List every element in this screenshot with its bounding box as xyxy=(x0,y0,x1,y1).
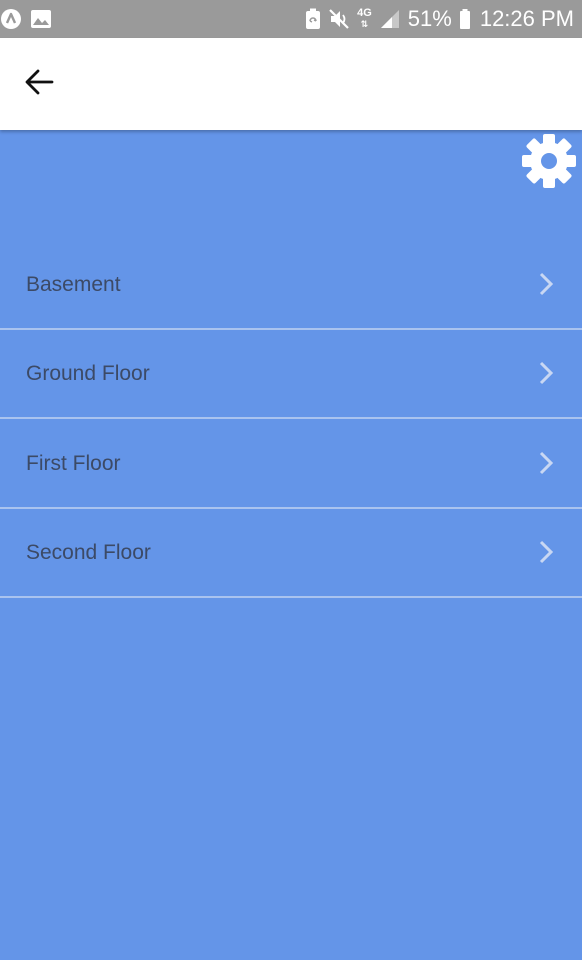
status-bar-right: 4G ⇅ 51% 12:26 PM xyxy=(305,6,574,32)
chevron-right-icon xyxy=(536,271,556,297)
floor-item-basement[interactable]: Basement xyxy=(0,240,582,330)
floor-item-ground-floor[interactable]: Ground Floor xyxy=(0,330,582,419)
mute-icon xyxy=(328,8,350,30)
settings-button[interactable] xyxy=(518,132,580,194)
arrow-back-icon xyxy=(24,69,54,100)
battery-icon xyxy=(459,8,471,30)
floor-item-label: First Floor xyxy=(26,451,121,475)
chevron-right-icon xyxy=(536,360,556,386)
status-time: 12:26 PM xyxy=(479,6,574,31)
battery-percent: 51% xyxy=(407,6,452,31)
battery-saver-icon xyxy=(305,8,321,30)
floor-item-label: Ground Floor xyxy=(26,362,150,386)
floor-list: Basement Ground Floor First Floor Second… xyxy=(0,240,582,598)
app-bar xyxy=(0,38,582,130)
back-button[interactable] xyxy=(18,66,60,102)
notification-app-icon xyxy=(0,8,22,30)
floor-item-second-floor[interactable]: Second Floor xyxy=(0,509,582,598)
gallery-icon xyxy=(30,9,52,29)
network-4g-icon: 4G ⇅ xyxy=(357,7,372,30)
floor-item-label: Second Floor xyxy=(26,541,151,565)
floor-item-label: Basement xyxy=(26,272,121,296)
floor-item-first-floor[interactable]: First Floor xyxy=(0,419,582,509)
status-bar-left xyxy=(0,8,52,30)
chevron-right-icon xyxy=(536,450,556,476)
chevron-right-icon xyxy=(536,539,556,565)
status-bar: 4G ⇅ 51% 12:26 PM xyxy=(0,0,582,38)
network-type: 4G xyxy=(357,7,372,19)
gear-icon xyxy=(520,132,578,195)
signal-icon xyxy=(379,8,401,30)
